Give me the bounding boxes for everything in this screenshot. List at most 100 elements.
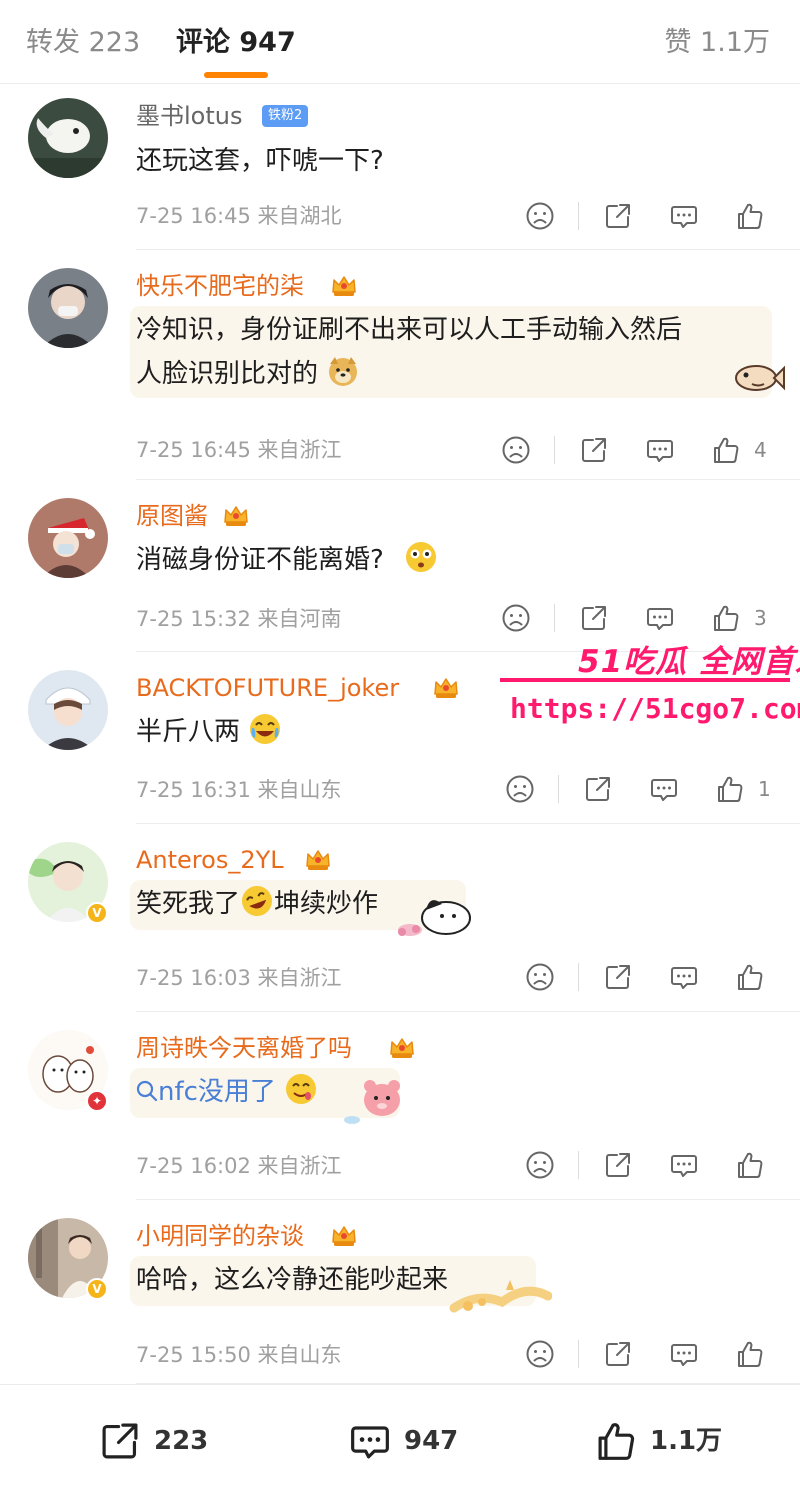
vip-crown-icon (222, 502, 250, 528)
username[interactable]: Anteros_2YL (136, 844, 284, 876)
comment-icon (351, 1426, 389, 1459)
dislike-icon[interactable] (498, 432, 534, 468)
tab-header: 转发 223 评论 947 赞 1.1万 (0, 0, 800, 84)
share-icon[interactable] (600, 1147, 636, 1183)
like-icon[interactable] (712, 771, 748, 807)
comment-text-line: 笑死我了 (136, 889, 241, 919)
like-icon (598, 1423, 635, 1460)
dislike-icon[interactable] (502, 771, 538, 807)
comment-actions: 4 (498, 432, 774, 468)
comment-item: 墨书lotus 铁粉2 还玩这套，吓唬一下? 7-25 16:45 来自湖北 (0, 84, 800, 250)
vip-crown-icon (330, 272, 358, 298)
like-count: 1.1万 (650, 1426, 723, 1456)
watermark-url: https://51cgo7.com (510, 692, 800, 725)
repost-count: 223 (154, 1426, 209, 1456)
comment-meta: 7-25 16:03 来自浙江 (136, 966, 342, 990)
comment-item: 快乐不肥宅的柒 冷知识，身份证刷不出来可以人工手动输入然后 人脸识别比对的 7-… (0, 250, 800, 480)
dislike-icon[interactable] (522, 198, 558, 234)
comment-actions: 3 (498, 600, 774, 636)
comment-icon[interactable] (646, 771, 682, 807)
username[interactable]: 墨书lotus (136, 100, 242, 132)
username[interactable]: 原图酱 (136, 500, 208, 532)
username[interactable]: 周诗昳今天离婚了吗 (136, 1032, 352, 1064)
dislike-icon[interactable] (522, 1336, 558, 1372)
repost-button[interactable]: 223 (94, 1415, 224, 1467)
dislike-icon[interactable] (522, 1147, 558, 1183)
comment-icon[interactable] (642, 432, 678, 468)
username[interactable]: 快乐不肥宅的柒 (136, 270, 304, 302)
comment-meta: 7-25 15:50 来自山东 (136, 1343, 342, 1367)
tab-like[interactable]: 赞 1.1万 (664, 26, 770, 60)
vip-crown-icon (432, 674, 460, 700)
avatar[interactable] (28, 98, 108, 178)
separator (578, 1151, 579, 1179)
search-icon[interactable] (136, 1080, 158, 1102)
topic-link[interactable]: nfc没用了 (158, 1077, 276, 1107)
doge-emoji-icon (329, 357, 358, 386)
comment-icon[interactable] (666, 1336, 702, 1372)
like-icon[interactable] (708, 432, 744, 468)
avatar[interactable] (28, 670, 108, 750)
dislike-icon[interactable] (498, 600, 534, 636)
pink-bear-sticker-icon (344, 1080, 400, 1124)
comment-icon[interactable] (642, 600, 678, 636)
like-icon[interactable] (732, 198, 768, 234)
comment-meta: 7-25 16:45 来自湖北 (136, 204, 342, 228)
share-icon[interactable] (600, 959, 636, 995)
like-count: 1 (758, 777, 771, 801)
pochacco-sticker-icon (398, 900, 471, 936)
share-icon[interactable] (576, 600, 612, 636)
like-icon[interactable] (732, 1147, 768, 1183)
vip-crown-icon (330, 1222, 358, 1248)
comment-text-line: 半斤八两 (136, 717, 241, 747)
comment-actions (522, 198, 774, 234)
comment-text-line: 坤续炒作 (274, 889, 379, 919)
verified-badge-icon: V (86, 1278, 108, 1300)
watermark-title: 51吃瓜 全网首发 (578, 644, 800, 680)
comment-icon[interactable] (666, 198, 702, 234)
share-icon[interactable] (600, 198, 636, 234)
fish-sticker-icon (735, 365, 785, 391)
tab-comment[interactable]: 评论 947 (176, 26, 296, 60)
bottom-action-bar: 223 947 1.1万 (0, 1384, 800, 1508)
active-tab-indicator (204, 72, 268, 78)
yummy-emoji-icon (286, 1074, 317, 1104)
like-button[interactable]: 1.1万 (590, 1415, 730, 1467)
like-count: 4 (754, 438, 767, 462)
like-icon[interactable] (732, 959, 768, 995)
comment-meta: 7-25 16:31 来自山东 (136, 778, 342, 802)
laughing-emoji-icon (250, 714, 281, 744)
dislike-icon[interactable] (522, 959, 558, 995)
vip-crown-icon (388, 1034, 416, 1060)
separator (558, 775, 559, 803)
comment-meta: 7-25 16:45 来自浙江 (136, 438, 342, 462)
comment-actions (522, 1147, 774, 1183)
comment-meta: 7-25 15:32 来自河南 (136, 607, 342, 631)
like-icon[interactable] (708, 600, 744, 636)
verified-badge-icon: ✦ (86, 1090, 108, 1112)
avatar[interactable] (28, 268, 108, 348)
comment-icon[interactable] (666, 959, 702, 995)
comment-text: 人脸识别比对的 (136, 352, 360, 396)
separator (578, 1340, 579, 1368)
share-icon[interactable] (600, 1336, 636, 1372)
tab-repost[interactable]: 转发 223 (26, 26, 140, 60)
username[interactable]: BACKTOFUTURE_joker (136, 672, 399, 704)
avatar[interactable] (28, 498, 108, 578)
comment-text: 还玩这套，吓唬一下? (136, 146, 384, 176)
comment-actions (522, 1336, 774, 1372)
comment-icon[interactable] (666, 1147, 702, 1183)
comment-text: 哈哈，这么冷静还能吵起来 (136, 1265, 449, 1295)
share-icon[interactable] (580, 771, 616, 807)
comment-text: 笑死我了 坤续炒作 (136, 882, 378, 926)
like-count: 3 (754, 606, 767, 630)
verified-badge-icon: V (86, 902, 108, 924)
share-icon[interactable] (576, 432, 612, 468)
comment-text: 半斤八两 (136, 710, 282, 754)
like-icon[interactable] (732, 1336, 768, 1372)
watermark-line (500, 678, 790, 682)
comment-count: 947 (404, 1426, 459, 1456)
username[interactable]: 小明同学的杂谈 (136, 1220, 304, 1252)
surprised-emoji-icon (406, 542, 437, 572)
comment-button[interactable]: 947 (344, 1415, 474, 1467)
